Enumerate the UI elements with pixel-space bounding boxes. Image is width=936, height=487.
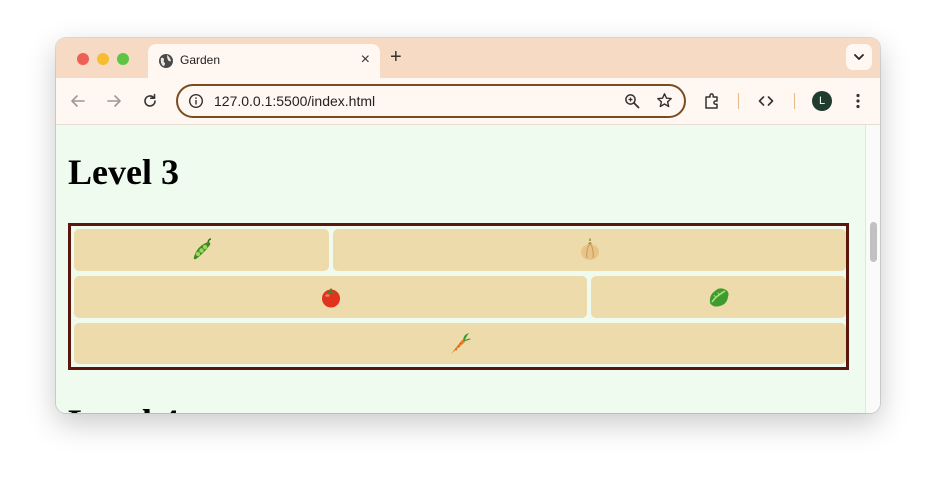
address-bar[interactable]: 127.0.0.1:5500/index.html bbox=[176, 84, 686, 118]
tab-bar: Garden × + bbox=[56, 38, 880, 78]
globe-icon bbox=[159, 54, 173, 68]
garden-plot-pea bbox=[74, 229, 329, 271]
page-heading: Level 3 bbox=[68, 152, 179, 192]
toolbar-divider bbox=[738, 93, 739, 109]
carrot-icon bbox=[451, 332, 471, 354]
tomato-icon bbox=[321, 288, 340, 308]
close-window-button[interactable] bbox=[77, 53, 89, 65]
minimize-window-button[interactable] bbox=[97, 53, 109, 65]
close-tab-icon[interactable]: × bbox=[361, 52, 370, 68]
pea-pod-icon bbox=[193, 238, 211, 260]
page-content: Level 3 bbox=[56, 125, 865, 413]
garden-grid bbox=[68, 223, 849, 370]
garden-plot-tomato bbox=[74, 276, 587, 318]
code-icon[interactable] bbox=[756, 91, 776, 111]
tab-garden[interactable]: Garden × bbox=[148, 44, 380, 78]
url-text: 127.0.0.1:5500/index.html bbox=[214, 93, 376, 109]
browser-window: Garden × + 127.0.0.1:5500/index.html L L… bbox=[56, 38, 880, 413]
toolbar: 127.0.0.1:5500/index.html L bbox=[56, 78, 880, 125]
profile-avatar[interactable]: L bbox=[812, 91, 832, 111]
garden-plot-carrot bbox=[74, 323, 846, 364]
extensions-icon[interactable] bbox=[702, 91, 722, 111]
maximize-window-button[interactable] bbox=[117, 53, 129, 65]
onion-icon bbox=[580, 238, 599, 260]
garden-plot-onion bbox=[333, 229, 846, 271]
new-tab-icon[interactable]: + bbox=[390, 47, 402, 67]
tab-search-button[interactable] bbox=[846, 44, 872, 70]
page-heading: Level 4 bbox=[68, 401, 179, 413]
bookmark-star-icon[interactable] bbox=[656, 92, 673, 109]
toolbar-divider bbox=[794, 93, 795, 109]
scrollbar-thumb[interactable] bbox=[870, 222, 877, 262]
garden-plot-lettuce bbox=[591, 276, 846, 318]
site-info-icon[interactable] bbox=[188, 93, 204, 109]
forward-arrow-icon[interactable] bbox=[104, 91, 124, 111]
tab-title: Garden bbox=[180, 53, 221, 67]
reload-icon[interactable] bbox=[140, 91, 160, 111]
vertical-scrollbar[interactable] bbox=[865, 125, 880, 413]
lettuce-icon bbox=[709, 288, 728, 307]
back-arrow-icon[interactable] bbox=[68, 91, 88, 111]
more-menu-icon[interactable] bbox=[848, 91, 868, 111]
chevron-down-icon bbox=[854, 54, 864, 60]
zoom-icon[interactable] bbox=[624, 93, 640, 109]
